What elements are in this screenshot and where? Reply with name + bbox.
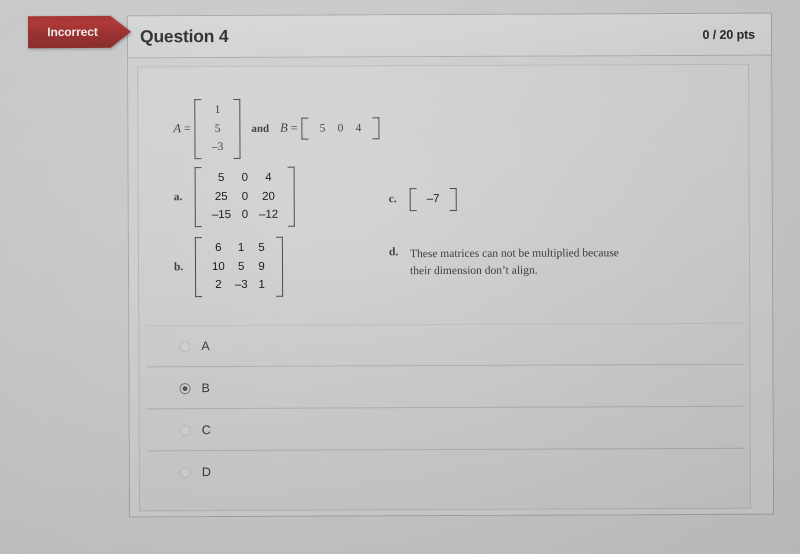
matrix-a-name: A <box>173 121 182 136</box>
matrix-cell: 1 <box>214 104 221 117</box>
bracket-right-icon <box>275 236 283 297</box>
matrix-cell: 5 <box>319 122 326 135</box>
option-b: b. 6 1 5 10 5 9 2 –3 1 <box>174 235 283 299</box>
question-header: Question 4 0 / 20 pts <box>127 13 772 59</box>
matrix-cell: 1 <box>237 241 245 254</box>
matrix-b-equals: = <box>290 121 298 136</box>
radio-icon-a[interactable] <box>179 340 191 352</box>
page-title: Question 4 <box>139 25 229 47</box>
matrix-cell: 0 <box>337 122 344 135</box>
status-badge: Incorrect <box>28 16 131 49</box>
conjunction-label: and <box>251 122 270 135</box>
matrix-cell: 5 <box>258 241 265 254</box>
matrix-a: 1 5 –3 <box>194 97 241 161</box>
points-label: 0 / 20 pts <box>702 27 756 42</box>
option-c-matrix: –7 <box>409 186 457 213</box>
matrix-cell: 5 <box>237 260 245 273</box>
matrix-b-grid: 504 <box>308 117 372 140</box>
matrix-cell: 6 <box>215 241 222 255</box>
question-card: Question 4 0 / 20 pts A = 1 5 –3 and B = 5… <box>126 12 775 518</box>
choice-label-a: A <box>201 339 210 354</box>
option-d-letter: d. <box>388 246 399 259</box>
matrix-cell: –12 <box>258 209 279 222</box>
bracket-right-icon <box>449 187 457 211</box>
answer-choices: A B C D <box>139 323 750 494</box>
radio-icon-c[interactable] <box>179 424 191 436</box>
option-a-letter: a. <box>173 191 183 204</box>
bracket-right-icon <box>287 166 296 227</box>
matrix-cell: 9 <box>258 260 265 273</box>
choice-label-b: B <box>201 381 210 396</box>
matrix-cell: 5 <box>214 122 221 135</box>
matrix-cell: 20 <box>262 190 275 203</box>
radio-icon-b[interactable] <box>179 382 191 394</box>
option-c-grid: –7 <box>417 188 450 211</box>
matrix-cell: 25 <box>214 190 228 203</box>
question-body: A = 1 5 –3 and B = 504 a. 5 0 4 25 0 20 … <box>128 55 774 517</box>
matrix-b: 504 <box>301 115 380 142</box>
matrix-a-grid: 1 5 –3 <box>202 99 234 159</box>
option-c: c. –7 <box>389 186 457 213</box>
option-a-grid: 5 0 4 25 0 20 –15 0 –12 <box>202 167 289 227</box>
option-a-matrix: 5 0 4 25 0 20 –15 0 –12 <box>194 165 296 229</box>
matrix-b-name: B <box>280 121 288 136</box>
option-b-grid: 6 1 5 10 5 9 2 –3 1 <box>202 237 276 297</box>
status-badge-label: Incorrect <box>47 24 98 40</box>
option-c-letter: c. <box>388 193 397 206</box>
matrix-cell: 5 <box>217 171 225 185</box>
option-d: d. These matrices can not be multiplied … <box>389 245 620 279</box>
matrix-cell: 2 <box>215 279 222 292</box>
radio-icon-d[interactable] <box>179 466 191 478</box>
matrix-cell: 4 <box>355 122 362 135</box>
bracket-right-icon <box>372 116 380 140</box>
matrix-cell: –3 <box>211 141 224 154</box>
option-a: a. 5 0 4 25 0 20 –15 0 –12 <box>174 165 296 229</box>
choice-row-a[interactable]: A <box>139 323 749 368</box>
bracket-right-icon <box>233 98 241 159</box>
matrix-cell: –15 <box>211 209 231 222</box>
option-d-text: These matrices can not be multiplied bec… <box>409 247 619 277</box>
given-matrices: A = 1 5 –3 and B = 504 <box>173 96 380 161</box>
choice-label-d: D <box>201 465 211 480</box>
question-content-box: A = 1 5 –3 and B = 504 a. 5 0 4 25 0 20 … <box>137 63 752 512</box>
matrix-cell: 0 <box>241 171 249 184</box>
choice-row-b[interactable]: B <box>139 365 749 410</box>
choice-row-d[interactable]: D <box>140 449 750 494</box>
matrix-cell: 10 <box>211 260 225 273</box>
choice-row-c[interactable]: C <box>140 407 750 452</box>
matrix-a-equals: = <box>184 121 191 136</box>
matrix-cell: 1 <box>258 279 265 292</box>
choice-label-c: C <box>201 423 211 438</box>
matrix-cell: –3 <box>234 279 248 292</box>
option-b-matrix: 6 1 5 10 5 9 2 –3 1 <box>194 235 283 299</box>
matrix-cell: 0 <box>241 209 249 222</box>
matrix-cell: 0 <box>241 190 249 203</box>
matrix-cell: 4 <box>265 171 272 184</box>
option-b-letter: b. <box>173 261 184 274</box>
matrix-cell: –7 <box>426 193 440 206</box>
